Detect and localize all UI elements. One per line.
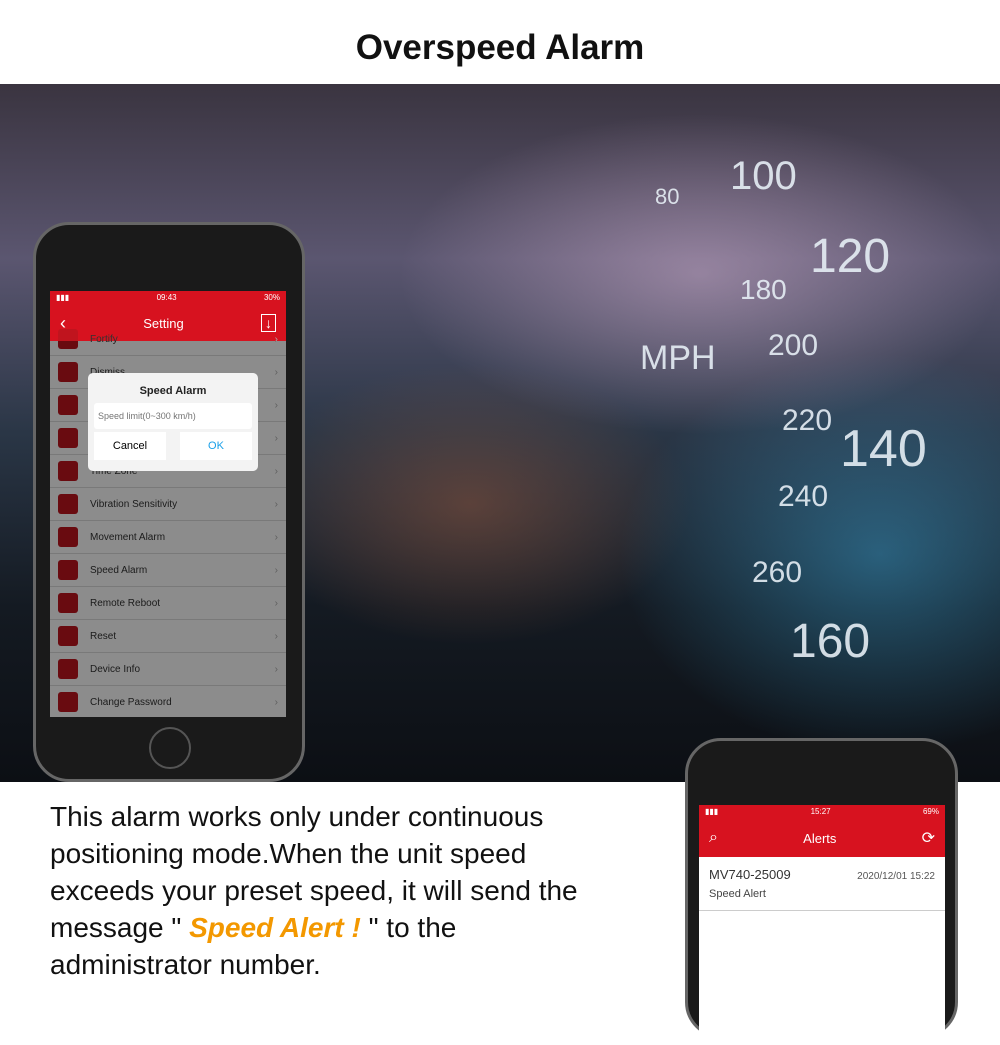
- header: ⌕ Alerts ⟳: [699, 819, 945, 857]
- status-bar: ▮▮▮ 09:43 30%: [50, 291, 286, 305]
- description-line: exceeds your preset speed, it will send …: [50, 875, 578, 906]
- description-text: " to the: [360, 912, 457, 943]
- download-icon[interactable]: ↓: [260, 314, 276, 332]
- setting-screen: ▮▮▮ 09:43 30% ‹ Setting ↓ Fortify › Dismiss ›…: [50, 291, 286, 717]
- description-line: administrator number.: [50, 949, 321, 980]
- home-button[interactable]: [149, 727, 191, 769]
- dialog-title: Speed Alarm: [139, 385, 207, 397]
- device-name: MV740-25009: [709, 867, 791, 882]
- description: This alarm works only under continuous p…: [50, 798, 578, 983]
- status-battery: 30%: [263, 293, 280, 302]
- gauge-mark: 120: [810, 230, 891, 283]
- gauge-mark: 160: [790, 615, 871, 668]
- alert-message: Speed Alert: [709, 888, 766, 900]
- alerts-phone: ▮▮▮ 15:27 69% ⌕ Alerts ⟳ MV740-25009 2020/…: [685, 738, 958, 1045]
- gauge-mark: 240: [778, 480, 829, 513]
- gauge-mark: 80: [655, 184, 680, 209]
- alert-time: 2020/12/01 15:22: [857, 871, 935, 882]
- search-icon[interactable]: ⌕: [709, 829, 718, 847]
- status-battery: 69%: [922, 807, 939, 816]
- alert-item[interactable]: MV740-25009 2020/12/01 15:22 Speed Alert: [699, 857, 945, 911]
- status-time: 09:43: [156, 293, 177, 302]
- gauge-mark: 200: [768, 329, 819, 362]
- speed-alert-highlight: Speed Alert !: [189, 912, 361, 943]
- header-title: Setting: [143, 315, 184, 331]
- setting-phone: ▮▮▮ 09:43 30% ‹ Setting ↓ Fortify › Dismiss ›…: [33, 222, 305, 782]
- gauge-mark: 260: [752, 556, 803, 589]
- gauge-mark: 180: [740, 274, 787, 305]
- gauge-mark: 140: [840, 420, 927, 478]
- description-line: message " Speed Alert ! " to the: [50, 909, 578, 946]
- header-title: Alerts: [803, 830, 837, 846]
- speed-alarm-dialog: Speed Alarm Cancel OK: [88, 373, 258, 471]
- status-bar: ▮▮▮ 15:27 69%: [699, 805, 945, 819]
- page-title: Overspeed Alarm: [355, 28, 645, 67]
- alerts-screen: ▮▮▮ 15:27 69% ⌕ Alerts ⟳ MV740-25009 2020/…: [699, 805, 945, 1045]
- gauge-unit: MPH: [640, 339, 716, 377]
- refresh-icon[interactable]: ⟳: [922, 828, 935, 848]
- description-line: This alarm works only under continuous: [50, 801, 544, 832]
- status-time: 15:27: [810, 807, 831, 816]
- description-line: positioning mode.When the unit speed: [50, 838, 527, 869]
- gauge-mark: 100: [730, 154, 797, 198]
- ok-button[interactable]: OK: [180, 432, 252, 460]
- gauge-mark: 220: [782, 404, 833, 437]
- description-text: message ": [50, 912, 190, 943]
- speed-limit-input[interactable]: [94, 403, 252, 429]
- cancel-button[interactable]: Cancel: [94, 432, 166, 460]
